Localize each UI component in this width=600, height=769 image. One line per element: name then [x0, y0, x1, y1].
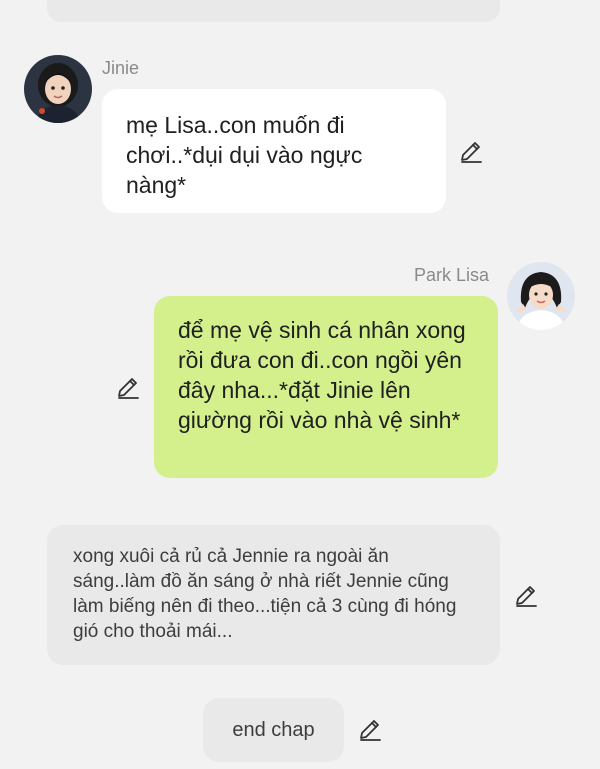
message-bubble-park-lisa[interactable]: để mẹ vệ sinh cá nhân xong rồi đưa con đ…	[154, 296, 498, 478]
pencil-edit-icon[interactable]	[115, 375, 141, 401]
pencil-edit-icon[interactable]	[458, 139, 484, 165]
narration-text: xong xuôi cả rủ cả Jennie ra ngoài ăn sá…	[73, 546, 457, 642]
end-chap-bubble[interactable]: end chap	[203, 698, 344, 762]
avatar-jinie-image	[24, 55, 92, 123]
message-text: mẹ Lisa..con muốn đi chơi..*dụi dụi vào …	[126, 112, 363, 198]
message-text: để mẹ vệ sinh cá nhân xong rồi đưa con đ…	[178, 317, 466, 433]
previous-message-bubble	[47, 0, 500, 22]
avatar-park-lisa-image	[507, 262, 575, 330]
pencil-edit-icon[interactable]	[513, 583, 539, 609]
pencil-edit-icon[interactable]	[357, 717, 383, 743]
end-chap-label: end chap	[232, 719, 315, 741]
avatar-park-lisa[interactable]	[507, 262, 575, 330]
avatar-jinie[interactable]	[24, 55, 92, 123]
sender-name-jinie: Jinie	[102, 58, 140, 78]
message-bubble-jinie[interactable]: mẹ Lisa..con muốn đi chơi..*dụi dụi vào …	[102, 89, 446, 213]
narration-bubble[interactable]: xong xuôi cả rủ cả Jennie ra ngoài ăn sá…	[47, 525, 500, 665]
sender-name-park-lisa: Park Lisa	[414, 265, 490, 285]
